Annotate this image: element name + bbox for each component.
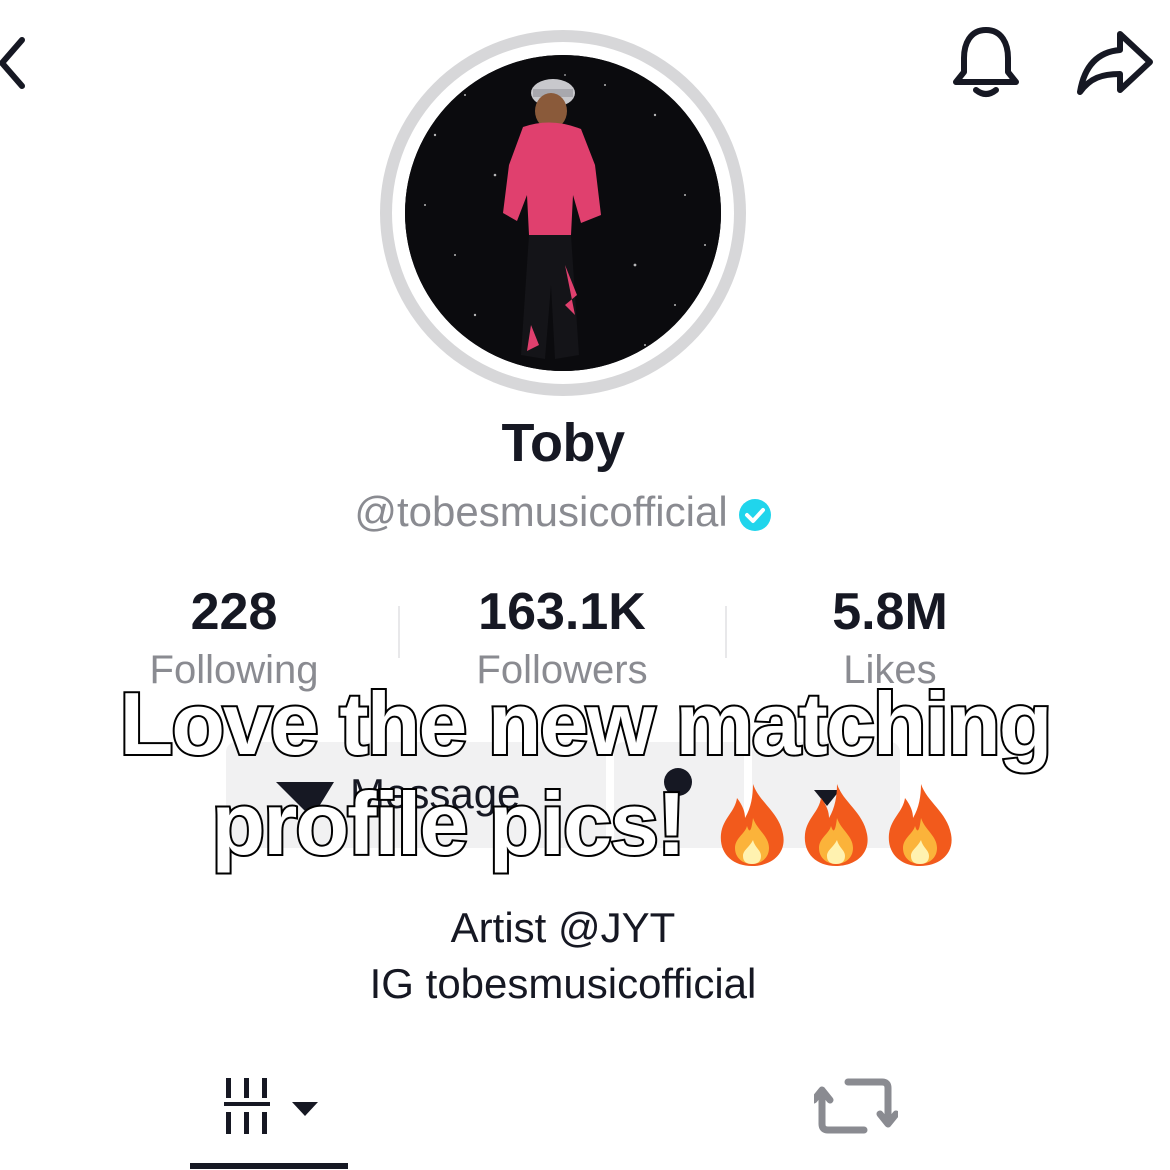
- notification-bell-button[interactable]: [950, 24, 1022, 100]
- share-icon: [1077, 31, 1153, 95]
- username-handle: @tobesmusicofficial: [354, 488, 728, 535]
- bio: Artist @JYT IG tobesmusicofficial: [0, 900, 1126, 1012]
- bio-line: Artist @JYT: [450, 904, 676, 951]
- fire-emoji-icon: [797, 782, 875, 868]
- stat-value: 5.8M: [832, 583, 948, 641]
- caption-line1: Love the new matching: [117, 672, 1054, 775]
- fire-emoji-icon: [881, 782, 959, 868]
- stat-divider: [398, 606, 400, 658]
- grid-icon: [224, 1078, 318, 1134]
- stat-value: 163.1K: [478, 583, 646, 641]
- stat-value: 228: [190, 583, 278, 641]
- video-caption: Love the new matching profile pics!: [0, 672, 1170, 875]
- stat-divider: [725, 606, 727, 658]
- avatar-ring[interactable]: [380, 30, 746, 396]
- bio-line: IG tobesmusicofficial: [369, 960, 757, 1007]
- fire-emoji-icon: [713, 782, 791, 868]
- handle-row: @tobesmusicofficial: [0, 488, 1126, 536]
- verified-icon: [738, 494, 772, 531]
- avatar: [405, 55, 721, 371]
- bell-icon: [953, 27, 1019, 97]
- tab-reposts[interactable]: [810, 1068, 900, 1148]
- caption-line2-row: profile pics!: [0, 772, 1170, 875]
- tab-videos[interactable]: [190, 1068, 348, 1148]
- caption-line2: profile pics!: [209, 772, 688, 875]
- back-icon: [0, 37, 25, 89]
- back-button[interactable]: [0, 30, 40, 96]
- share-button[interactable]: [1076, 28, 1156, 98]
- tab-active-indicator: [190, 1163, 348, 1169]
- repost-icon: [810, 1078, 900, 1134]
- display-name: Toby: [501, 413, 625, 473]
